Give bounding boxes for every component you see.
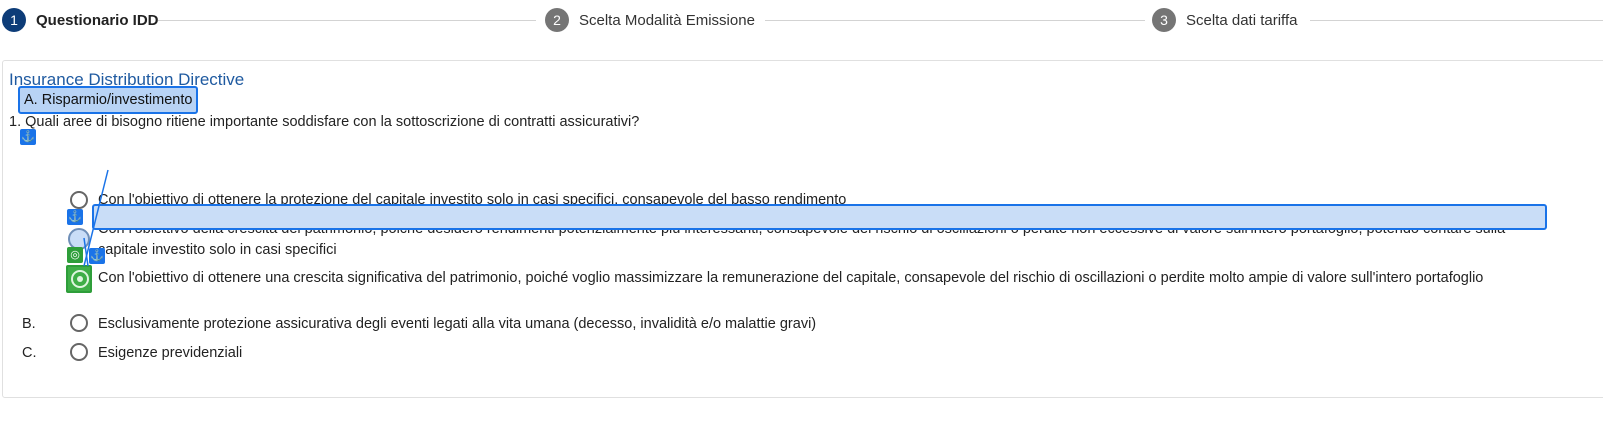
option-a3-label: Con l'obiettivo di ottenere una crescita… bbox=[98, 270, 1484, 286]
step-1[interactable]: 1 Questionario IDD bbox=[2, 8, 159, 32]
target-icon bbox=[71, 270, 89, 288]
step-3[interactable]: 3 Scelta dati tariffa bbox=[1152, 8, 1297, 32]
stepper: 1 Questionario IDD 2 Scelta Modalità Emi… bbox=[0, 0, 1603, 40]
step-2-label: Scelta Modalità Emissione bbox=[579, 11, 755, 29]
step-3-label: Scelta dati tariffa bbox=[1186, 11, 1298, 29]
option-a1-radio[interactable] bbox=[70, 191, 88, 209]
step-connector bbox=[158, 20, 536, 21]
anchor-icon: ⚓ bbox=[67, 209, 83, 225]
step-1-label: Questionario IDD bbox=[36, 11, 159, 29]
option-a2-label-continued: capitale investito solo in casi specific… bbox=[98, 242, 337, 258]
step-2-number: 2 bbox=[545, 8, 569, 32]
category-c-label: Esigenze previdenziali bbox=[98, 345, 243, 361]
category-b-label: Esclusivamente protezione assicurativa d… bbox=[98, 316, 817, 332]
question-1: 1. Quali aree di bisogno ritiene importa… bbox=[9, 114, 640, 130]
category-c-letter: C. bbox=[22, 345, 37, 361]
step-1-number: 1 bbox=[2, 8, 26, 32]
option-a3-highlight[interactable] bbox=[92, 204, 1547, 230]
category-b-letter: B. bbox=[22, 316, 36, 332]
step-connector bbox=[1310, 20, 1603, 21]
category-c-radio[interactable] bbox=[70, 343, 88, 361]
target-icon: ◎ bbox=[67, 247, 83, 263]
anchor-icon: ⚓ bbox=[89, 248, 105, 264]
step-2[interactable]: 2 Scelta Modalità Emissione bbox=[545, 8, 755, 32]
category-a-label[interactable]: A. Risparmio/investimento bbox=[18, 86, 199, 114]
step-connector bbox=[765, 20, 1145, 21]
category-b-radio[interactable] bbox=[70, 314, 88, 332]
step-3-number: 3 bbox=[1152, 8, 1176, 32]
option-a3-radio-selected[interactable] bbox=[66, 265, 92, 293]
anchor-icon: ⚓ bbox=[20, 129, 36, 145]
